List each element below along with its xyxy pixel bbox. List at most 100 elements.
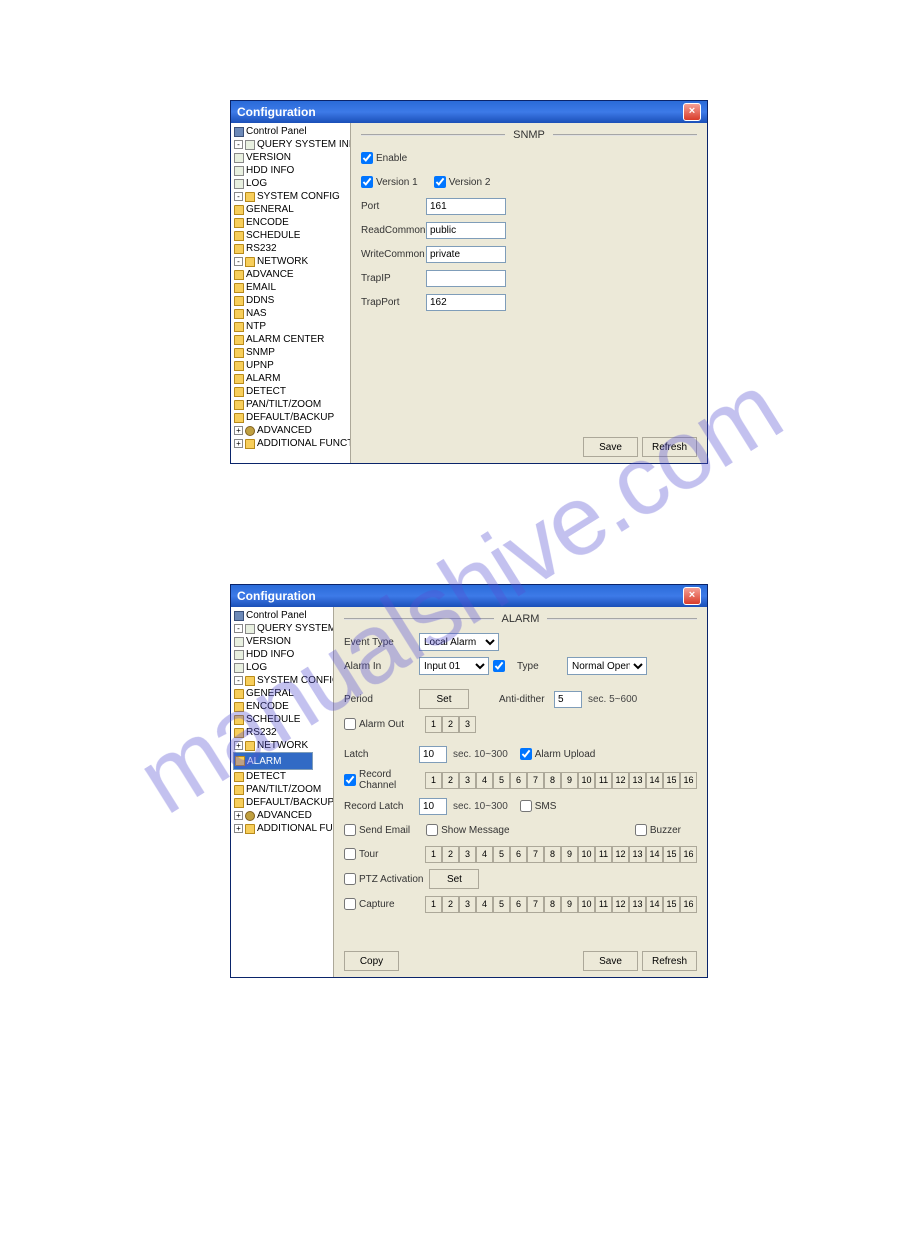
tree-schedule[interactable]: SCHEDULE [233, 229, 348, 242]
writecommon-input[interactable] [426, 246, 506, 263]
trapip-input[interactable] [426, 270, 506, 287]
capture-btn-13[interactable]: 13 [629, 896, 646, 913]
tree-root[interactable]: Control Panel [233, 125, 348, 138]
version1-checkbox[interactable]: Version 1 [361, 176, 428, 188]
tree-default-backup[interactable]: DEFAULT/BACKUP [233, 411, 348, 424]
antidither-input[interactable] [554, 691, 582, 708]
tour-btn-8[interactable]: 8 [544, 846, 561, 863]
tree-schedule[interactable]: SCHEDULE [233, 713, 331, 726]
nav-tree[interactable]: Control Panel -QUERY SYSTEM INFO VERSION… [231, 123, 351, 463]
recordchannel-btn-6[interactable]: 6 [510, 772, 527, 789]
tree-rs232[interactable]: RS232 [233, 726, 331, 739]
tree-additional-function[interactable]: +ADDITIONAL FUNCTION [233, 437, 348, 450]
recordchannel-btn-8[interactable]: 8 [544, 772, 561, 789]
collapse-icon[interactable]: - [234, 257, 243, 266]
tour-btn-4[interactable]: 4 [476, 846, 493, 863]
capture-btn-12[interactable]: 12 [612, 896, 629, 913]
tour-btn-7[interactable]: 7 [527, 846, 544, 863]
tree-advance[interactable]: ADVANCE [233, 268, 348, 281]
port-input[interactable] [426, 198, 506, 215]
recordchannel-btn-4[interactable]: 4 [476, 772, 493, 789]
recordchannel-btn-13[interactable]: 13 [629, 772, 646, 789]
recordchannel-btn-12[interactable]: 12 [612, 772, 629, 789]
tree-encode[interactable]: ENCODE [233, 216, 348, 229]
ptz-set-button[interactable]: Set [429, 869, 479, 889]
titlebar[interactable]: Configuration × [231, 101, 707, 123]
trapport-input[interactable] [426, 294, 506, 311]
tree-general[interactable]: GENERAL [233, 203, 348, 216]
latch-input[interactable] [419, 746, 447, 763]
tree-rs232[interactable]: RS232 [233, 242, 348, 255]
capture-btn-6[interactable]: 6 [510, 896, 527, 913]
alarmout-checkbox[interactable]: Alarm Out [344, 718, 419, 730]
version2-checkbox[interactable]: Version 2 [434, 176, 501, 188]
tour-btn-12[interactable]: 12 [612, 846, 629, 863]
refresh-button[interactable]: Refresh [642, 951, 697, 971]
tour-btn-3[interactable]: 3 [459, 846, 476, 863]
tree-email[interactable]: EMAIL [233, 281, 348, 294]
tour-btn-13[interactable]: 13 [629, 846, 646, 863]
recordchannel-btn-10[interactable]: 10 [578, 772, 595, 789]
readcommon-input[interactable] [426, 222, 506, 239]
showmessage-checkbox[interactable]: Show Message [426, 824, 536, 836]
expand-icon[interactable]: + [234, 811, 243, 820]
recordchannel-btn-1[interactable]: 1 [425, 772, 442, 789]
recordchannel-btn-5[interactable]: 5 [493, 772, 510, 789]
recordchannel-btn-15[interactable]: 15 [663, 772, 680, 789]
tree-root[interactable]: Control Panel [233, 609, 331, 622]
close-button[interactable]: × [683, 103, 701, 121]
tree-snmp[interactable]: SNMP [233, 346, 348, 359]
recordchannel-btn-9[interactable]: 9 [561, 772, 578, 789]
nav-tree[interactable]: Control Panel -QUERY SYSTEM INFO VERSION… [231, 607, 334, 977]
tree-network[interactable]: +NETWORK [233, 739, 331, 752]
tour-checkbox[interactable]: Tour [344, 848, 419, 860]
tour-btn-9[interactable]: 9 [561, 846, 578, 863]
tree-detect[interactable]: DETECT [233, 385, 348, 398]
collapse-icon[interactable]: - [234, 140, 243, 149]
tree-hdd-info[interactable]: HDD INFO [233, 648, 331, 661]
expand-icon[interactable]: + [234, 439, 243, 448]
buzzer-checkbox[interactable]: Buzzer [635, 824, 691, 836]
tree-advanced[interactable]: +ADVANCED [233, 809, 331, 822]
capture-btn-9[interactable]: 9 [561, 896, 578, 913]
tree-additional-function[interactable]: +ADDITIONAL FUNCTION [233, 822, 331, 835]
capture-btn-7[interactable]: 7 [527, 896, 544, 913]
expand-icon[interactable]: + [234, 741, 243, 750]
recordchannel-btn-3[interactable]: 3 [459, 772, 476, 789]
tree-ddns[interactable]: DDNS [233, 294, 348, 307]
tree-query-system-info[interactable]: -QUERY SYSTEM INFO [233, 622, 331, 635]
expand-icon[interactable]: + [234, 824, 243, 833]
capture-btn-11[interactable]: 11 [595, 896, 612, 913]
recordchannel-btn-7[interactable]: 7 [527, 772, 544, 789]
tour-btn-6[interactable]: 6 [510, 846, 527, 863]
collapse-icon[interactable]: - [234, 676, 243, 685]
tree-upnp[interactable]: UPNP [233, 359, 348, 372]
tour-btn-11[interactable]: 11 [595, 846, 612, 863]
tree-log[interactable]: LOG [233, 661, 331, 674]
expand-icon[interactable]: + [234, 426, 243, 435]
tree-advanced[interactable]: +ADVANCED [233, 424, 348, 437]
type-select[interactable]: Normal Open [567, 657, 647, 675]
tree-alarm-center[interactable]: ALARM CENTER [233, 333, 348, 346]
tree-default-backup[interactable]: DEFAULT/BACKUP [233, 796, 331, 809]
tree-query-system-info[interactable]: -QUERY SYSTEM INFO [233, 138, 348, 151]
tree-system-config[interactable]: -SYSTEM CONFIG [233, 674, 331, 687]
tree-log[interactable]: LOG [233, 177, 348, 190]
tree-nas[interactable]: NAS [233, 307, 348, 320]
sendemail-checkbox[interactable]: Send Email [344, 824, 420, 836]
capture-btn-2[interactable]: 2 [442, 896, 459, 913]
period-set-button[interactable]: Set [419, 689, 469, 709]
alarmout-btn-1[interactable]: 1 [425, 716, 442, 733]
tour-btn-14[interactable]: 14 [646, 846, 663, 863]
tree-network[interactable]: -NETWORK [233, 255, 348, 268]
tree-detect[interactable]: DETECT [233, 770, 331, 783]
tree-encode[interactable]: ENCODE [233, 700, 331, 713]
tour-btn-1[interactable]: 1 [425, 846, 442, 863]
refresh-button[interactable]: Refresh [642, 437, 697, 457]
eventtype-select[interactable]: Local Alarm [419, 633, 499, 651]
tree-ptz[interactable]: PAN/TILT/ZOOM [233, 783, 331, 796]
titlebar[interactable]: Configuration × [231, 585, 707, 607]
capture-checkbox[interactable]: Capture [344, 898, 419, 910]
tree-ptz[interactable]: PAN/TILT/ZOOM [233, 398, 348, 411]
alarmin-enable-checkbox[interactable] [493, 660, 505, 672]
